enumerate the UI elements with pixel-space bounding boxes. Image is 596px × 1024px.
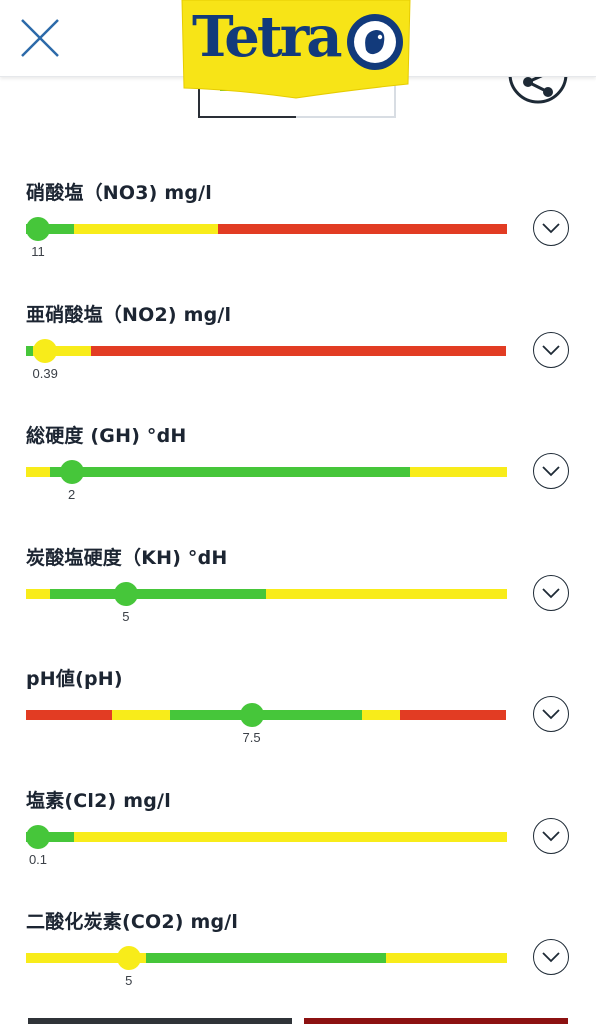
expand-button[interactable] bbox=[533, 817, 569, 854]
range-segment-green bbox=[170, 710, 363, 720]
chevron-down-icon bbox=[542, 830, 560, 841]
value-label: 0.1 bbox=[28, 851, 48, 867]
parameter-label: 亜硝酸塩（NO2) mg/l bbox=[26, 303, 232, 326]
value-label: 5 bbox=[122, 608, 130, 624]
chevron-down-icon bbox=[542, 952, 560, 963]
value-label: 2 bbox=[67, 487, 76, 502]
tetra-logo: Tetra bbox=[180, 0, 412, 100]
range-segment-yellow bbox=[112, 710, 171, 720]
value-indicator bbox=[33, 338, 58, 363]
parameter-row: 二酸化炭素(CO2) mg/l 5 bbox=[0, 907, 596, 1017]
close-icon bbox=[21, 19, 59, 57]
range-segment-yellow bbox=[410, 467, 507, 477]
logo-text: Tetra bbox=[192, 4, 343, 70]
chevron-down-icon bbox=[542, 466, 560, 477]
range-segment-green bbox=[50, 467, 411, 477]
parameter-row: 硝酸塩（NO3) mg/l 11 bbox=[0, 178, 596, 288]
value-indicator bbox=[26, 824, 50, 849]
expand-button[interactable] bbox=[533, 210, 569, 246]
value-label: 5 bbox=[125, 973, 133, 988]
bottom-left-button[interactable] bbox=[28, 1018, 292, 1024]
parameter-row: 炭酸塩硬度（KH) °dH 5 bbox=[0, 543, 596, 653]
range-segment-red bbox=[90, 345, 507, 356]
range-segment-red bbox=[218, 224, 507, 234]
expand-button[interactable] bbox=[533, 453, 569, 489]
expand-button[interactable] bbox=[533, 574, 569, 611]
chevron-down-icon bbox=[542, 587, 560, 598]
range-segment-yellow bbox=[74, 224, 219, 234]
range-bar bbox=[26, 710, 507, 720]
range-bar bbox=[26, 953, 507, 963]
value-indicator bbox=[26, 217, 50, 241]
expand-button[interactable] bbox=[533, 331, 569, 368]
chevron-down-icon bbox=[542, 344, 560, 355]
range-bar bbox=[26, 588, 507, 599]
parameter-label: 総硬度 (GH) °dH bbox=[26, 425, 187, 447]
value-label: 7.5 bbox=[242, 730, 261, 745]
close-button[interactable] bbox=[18, 16, 62, 60]
parameter-label: 二酸化炭素(CO2) mg/l bbox=[26, 911, 239, 933]
range-segment-yellow bbox=[386, 953, 507, 963]
parameter-label: 炭酸塩硬度（KH) °dH bbox=[26, 546, 228, 569]
expand-button[interactable] bbox=[533, 696, 569, 732]
range-segment-yellow bbox=[362, 710, 401, 720]
range-segment-yellow bbox=[26, 588, 51, 599]
range-segment-red bbox=[400, 710, 507, 720]
range-segment-yellow bbox=[74, 831, 507, 842]
parameter-label: pH値(pH) bbox=[26, 668, 123, 690]
range-bar bbox=[26, 224, 507, 234]
parameter-label: 硝酸塩（NO3) mg/l bbox=[26, 182, 213, 204]
chevron-down-icon bbox=[542, 709, 560, 720]
chevron-down-icon bbox=[542, 223, 560, 234]
range-segment-yellow bbox=[26, 467, 51, 477]
range-bar bbox=[26, 831, 507, 842]
parameter-row: 塩素(Cl2) mg/l 0.1 bbox=[0, 786, 596, 896]
expand-button[interactable] bbox=[533, 939, 569, 975]
parameter-label: 塩素(Cl2) mg/l bbox=[26, 789, 171, 812]
value-indicator bbox=[239, 703, 264, 727]
value-label: 11 bbox=[31, 244, 45, 259]
range-segment-green bbox=[146, 953, 387, 963]
range-bar bbox=[26, 467, 507, 477]
value-indicator bbox=[116, 946, 141, 970]
value-indicator bbox=[59, 460, 84, 484]
parameter-row: 総硬度 (GH) °dH 2 bbox=[0, 421, 596, 531]
parameter-row: pH値(pH) 7.5 bbox=[0, 664, 596, 774]
range-segment-green bbox=[50, 588, 267, 599]
range-bar bbox=[26, 345, 507, 356]
parameter-row: 亜硝酸塩（NO2) mg/l 0.39 bbox=[0, 300, 596, 410]
value-indicator bbox=[113, 581, 138, 606]
value-label: 0.39 bbox=[32, 365, 58, 381]
range-segment-yellow bbox=[266, 588, 507, 599]
range-segment-red bbox=[26, 710, 113, 720]
bottom-right-button[interactable] bbox=[304, 1018, 568, 1024]
